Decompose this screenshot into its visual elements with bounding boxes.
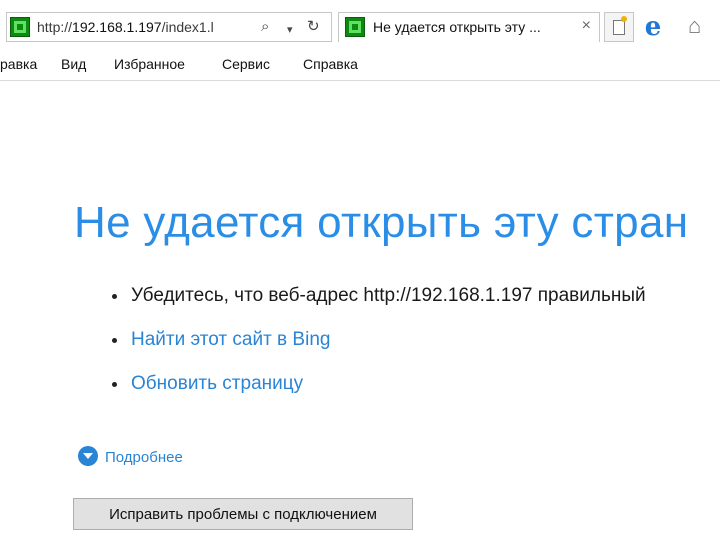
new-tab-button[interactable] (604, 12, 634, 42)
expand-circle-icon[interactable] (78, 446, 98, 466)
url-prefix: http:// (37, 19, 73, 35)
chevron-down-icon[interactable]: ▾ (287, 21, 293, 39)
home-icon[interactable]: ⌂ (688, 14, 701, 38)
new-tab-sparkle-icon (621, 16, 627, 22)
details-label[interactable]: Подробнее (105, 449, 183, 466)
menu-item-tools[interactable]: Сервис (222, 56, 270, 72)
tab-title: Не удается открыть эту ... (373, 19, 541, 35)
fix-connection-button[interactable]: Исправить проблемы с подключением (73, 498, 413, 530)
list-item: Обновить страницу (112, 374, 646, 418)
address-bar[interactable]: http://192.168.1.197/index1.l ⌕ ▾ ↻ (6, 12, 332, 42)
menu-item-edit[interactable]: равка (0, 56, 37, 72)
search-icon[interactable]: ⌕ (261, 18, 269, 36)
page-title: Не удается открыть эту стран (74, 198, 689, 247)
url-host: 192.168.1.197 (72, 19, 162, 35)
bullet-icon (112, 294, 117, 299)
refresh-icon[interactable]: ↻ (307, 18, 320, 36)
menu-item-view[interactable]: Вид (61, 56, 86, 72)
tab-active[interactable]: Не удается открыть эту ... × (338, 12, 600, 42)
check-address-text: Убедитесь, что веб-адрес http://192.168.… (131, 285, 646, 306)
close-tab-icon[interactable]: × (582, 17, 591, 35)
site-favicon-icon (10, 17, 30, 37)
suggestion-list: Убедитесь, что веб-адрес http://192.168.… (112, 286, 646, 418)
menu-item-help[interactable]: Справка (303, 56, 358, 72)
menu-item-favorites[interactable]: Избранное (114, 56, 185, 72)
list-item: Найти этот сайт в Bing (112, 330, 646, 374)
search-bing-link[interactable]: Найти этот сайт в Bing (131, 329, 330, 350)
tab-favicon-icon (345, 17, 365, 37)
browser-toolbar: http://192.168.1.197/index1.l ⌕ ▾ ↻ Не у… (0, 0, 720, 50)
url-suffix: /index1.l (161, 19, 214, 35)
menu-bar: равка Вид Избранное Сервис Справка (0, 50, 720, 81)
address-url[interactable]: http://192.168.1.197/index1.l (37, 19, 257, 35)
bullet-icon (112, 382, 117, 387)
refresh-page-link[interactable]: Обновить страницу (131, 373, 303, 394)
list-item: Убедитесь, что веб-адрес http://192.168.… (112, 286, 646, 330)
ie-logo-icon: e (644, 12, 662, 42)
new-tab-icon (613, 20, 625, 35)
bullet-icon (112, 338, 117, 343)
